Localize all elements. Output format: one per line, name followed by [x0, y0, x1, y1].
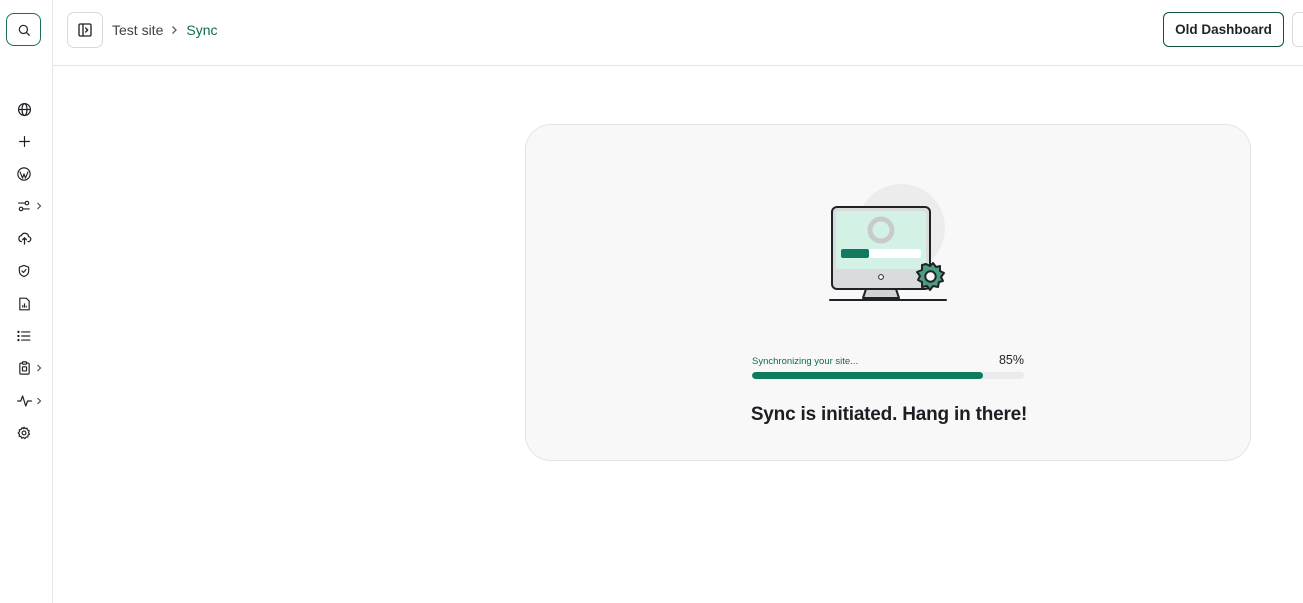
chevron-right-icon: [171, 25, 178, 35]
chevron-right-icon: [36, 364, 42, 372]
sidebar-item-settings-group[interactable]: [0, 190, 53, 222]
sidebar-item-backup[interactable]: [0, 223, 53, 255]
sidebar-item-settings[interactable]: [0, 417, 53, 449]
progress-track: [752, 372, 1024, 379]
search-icon: [18, 24, 30, 36]
sidebar-item-sites[interactable]: [0, 93, 53, 125]
breadcrumb-site-link[interactable]: Test site: [112, 21, 163, 39]
sidebar-item-reports[interactable]: [0, 287, 53, 319]
sidebar-item-logs[interactable]: [0, 320, 53, 352]
breadcrumb: Test site Sync: [112, 21, 217, 39]
shield-check-icon: [16, 263, 32, 279]
sidebar-item-monitoring[interactable]: [0, 385, 53, 417]
chevron-right-icon: [36, 202, 42, 210]
clipboard-icon: [16, 360, 32, 376]
sync-status-card: Synchronizing your site... 85% Sync is i…: [525, 124, 1251, 461]
sidebar-item-tasks[interactable]: [0, 352, 53, 384]
sliders-icon: [16, 198, 32, 214]
sync-headline: Sync is initiated. Hang in there!: [750, 404, 1028, 425]
panel-toggle-icon: [78, 23, 92, 37]
cloud-upload-icon: [16, 231, 32, 247]
breadcrumb-current: Sync: [186, 22, 218, 38]
top-bar: Test site Sync Old Dashboard: [53, 0, 1303, 66]
sidebar-item-wordpress[interactable]: [0, 158, 53, 190]
globe-icon: [16, 101, 32, 117]
sidebar: [0, 0, 53, 603]
more-menu-button[interactable]: [1292, 12, 1303, 47]
sync-progress: Synchronizing your site... 85%: [752, 353, 1024, 379]
progress-label: Synchronizing your site...: [752, 356, 859, 367]
sidebar-item-security[interactable]: [0, 255, 53, 287]
wordpress-icon: [16, 166, 32, 182]
progress-percent: 85%: [998, 353, 1024, 367]
plus-icon: [16, 134, 32, 150]
list-icon: [16, 328, 32, 344]
activity-icon: [16, 393, 32, 409]
sidebar-toggle-button[interactable]: [67, 12, 103, 48]
chevron-right-icon: [36, 397, 42, 405]
gear-icon: [16, 425, 32, 441]
search-button[interactable]: [6, 13, 41, 46]
old-dashboard-button[interactable]: Old Dashboard: [1163, 12, 1284, 47]
sidebar-items: [0, 93, 53, 449]
monitor-sync-illustration: [829, 184, 947, 301]
progress-fill: [752, 372, 984, 379]
file-chart-icon: [16, 296, 32, 312]
sidebar-item-add[interactable]: [0, 125, 53, 157]
